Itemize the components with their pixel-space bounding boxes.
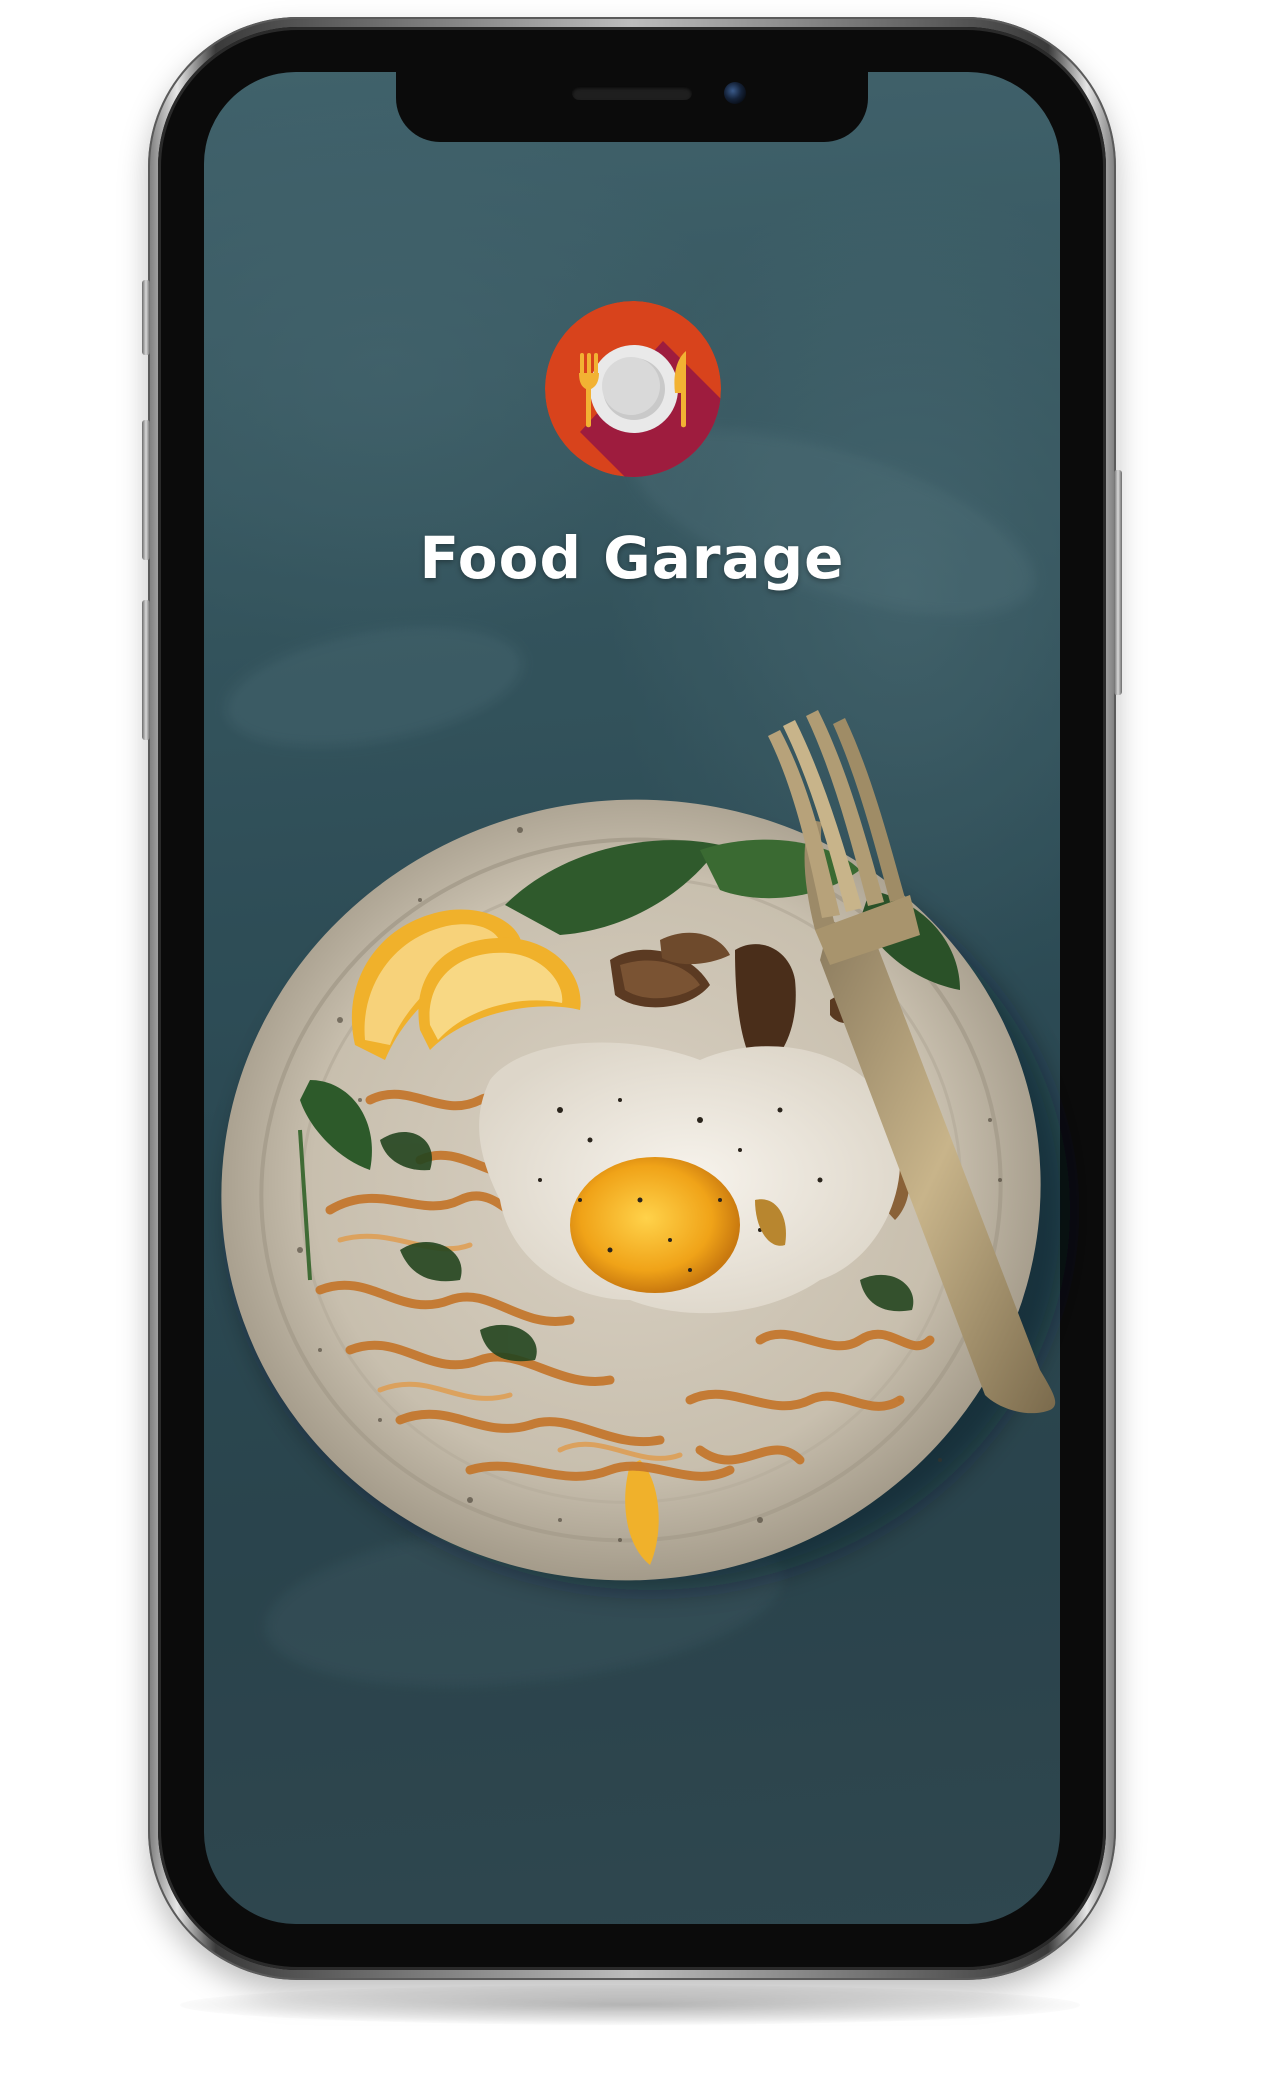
plate-fork-knife-icon (545, 301, 721, 477)
front-camera (724, 82, 746, 104)
earpiece-speaker (572, 86, 692, 100)
mute-switch (142, 280, 150, 355)
power-button (1114, 470, 1122, 695)
volume-up-button (142, 420, 150, 560)
notch (396, 72, 868, 142)
app-title: Food Garage (419, 524, 845, 592)
phone-shadow (180, 1985, 1080, 2025)
volume-down-button (142, 600, 150, 740)
mockup-stage: Food Garage (0, 0, 1264, 2087)
